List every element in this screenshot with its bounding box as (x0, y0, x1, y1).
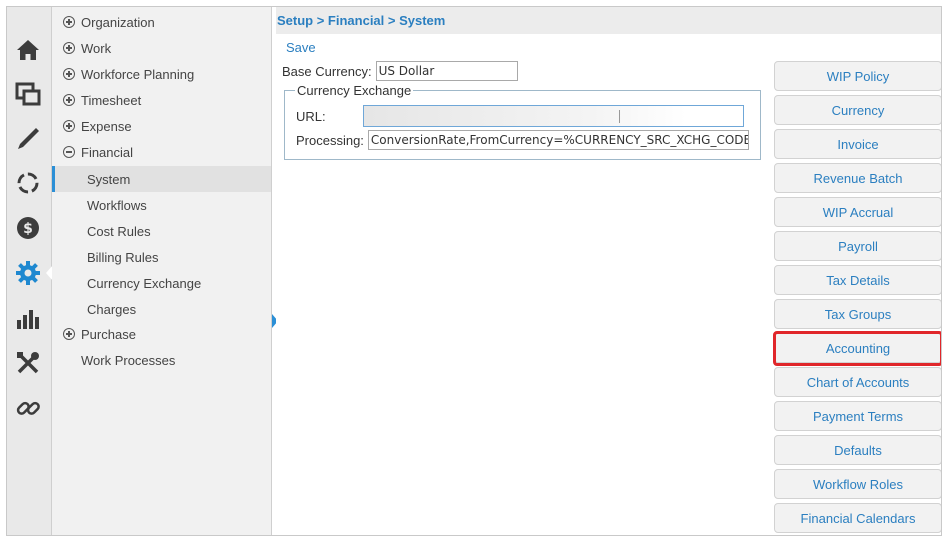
currency-exchange-fieldset: Currency Exchange URL: Processing: Conve… (284, 83, 761, 160)
processing-label: Processing: (296, 132, 364, 148)
tree-item-label: Billing Rules (87, 249, 159, 265)
home-icon[interactable] (12, 34, 44, 66)
tools-icon[interactable] (12, 347, 44, 379)
collapse-minus-icon[interactable] (63, 146, 75, 158)
link-icon[interactable] (12, 392, 44, 424)
tree-item-label: Charges (87, 301, 137, 317)
financial-calendars-button[interactable]: Financial Calendars (774, 503, 941, 533)
payment-terms-button[interactable]: Payment Terms (774, 401, 941, 431)
tree-item-cost-rules[interactable]: Cost Rules (52, 219, 271, 243)
invoice-button[interactable]: Invoice (774, 129, 941, 159)
refresh-circle-icon[interactable] (12, 167, 44, 199)
tree-item-billing-rules[interactable]: Billing Rules (52, 245, 271, 269)
pencil-icon[interactable] (12, 123, 44, 155)
base-currency-field[interactable]: US Dollar (375, 61, 518, 81)
processing-row: Processing: ConversionRate,FromCurrency=… (296, 130, 749, 150)
text-caret (619, 110, 620, 123)
expand-plus-icon[interactable] (63, 328, 75, 340)
tree-item-label: Expense (81, 118, 132, 134)
gear-icon[interactable] (12, 257, 44, 289)
tree-item-label: Currency Exchange (87, 275, 202, 291)
tree-item-workflows[interactable]: Workflows (52, 193, 271, 217)
currency-button[interactable]: Currency (774, 95, 941, 125)
bar-chart-icon[interactable] (12, 302, 44, 334)
tree-item-label: Financial (81, 144, 134, 160)
expand-plus-icon[interactable] (63, 42, 75, 54)
tree-item-label: Workflows (87, 197, 147, 213)
defaults-button[interactable]: Defaults (774, 435, 941, 465)
tree-item-label: Work Processes (81, 352, 176, 368)
url-row: URL: (296, 105, 744, 127)
workflow-roles-button[interactable]: Workflow Roles (774, 469, 941, 499)
tax-groups-button[interactable]: Tax Groups (774, 299, 941, 329)
tree-item-organization[interactable]: Organization (52, 10, 271, 34)
save-button[interactable]: Save (286, 40, 316, 55)
tree-item-purchase[interactable]: Purchase (52, 322, 271, 346)
currency-exchange-legend: Currency Exchange (295, 83, 414, 98)
tree-item-work-processes[interactable]: Work Processes (52, 348, 271, 372)
wip-policy-button[interactable]: WIP Policy (774, 61, 941, 91)
accounting-button[interactable]: Accounting (774, 333, 941, 363)
tree-item-charges[interactable]: Charges (52, 297, 271, 321)
wip-accrual-button[interactable]: WIP Accrual (774, 197, 941, 227)
tax-details-button[interactable]: Tax Details (774, 265, 941, 295)
url-field[interactable] (363, 105, 744, 127)
revenue-batch-button[interactable]: Revenue Batch (774, 163, 941, 193)
breadcrumb: Setup > Financial > System (276, 7, 941, 34)
expand-plus-icon[interactable] (63, 120, 75, 132)
tree-item-currency-exchange[interactable]: Currency Exchange (52, 271, 271, 295)
expand-plus-icon[interactable] (63, 94, 75, 106)
icon-rail: $ (7, 7, 53, 535)
expand-plus-icon[interactable] (63, 16, 75, 28)
tree-item-label: Cost Rules (87, 223, 151, 239)
payroll-button[interactable]: Payroll (774, 231, 941, 261)
tree-item-label: Work (81, 40, 112, 56)
tree-item-label: Timesheet (81, 92, 142, 108)
tree-item-financial[interactable]: Financial (52, 140, 271, 164)
tree-item-work[interactable]: Work (52, 36, 271, 60)
tree-item-workforce-planning[interactable]: Workforce Planning (52, 62, 271, 86)
url-label: URL: (296, 108, 326, 124)
tree-item-label: Organization (81, 14, 155, 30)
tree-item-system[interactable]: System (52, 166, 271, 192)
tree-item-expense[interactable]: Expense (52, 114, 271, 138)
chart-of-accounts-button[interactable]: Chart of Accounts (774, 367, 941, 397)
svg-text:$: $ (23, 221, 33, 237)
tree-item-label: Workforce Planning (81, 66, 195, 82)
tree-item-label: System (87, 171, 131, 187)
base-currency-row: Base Currency: US Dollar (282, 61, 518, 81)
navigation-tree: Organization Work Workforce Planning Tim… (52, 7, 272, 535)
app-window: $ Organization Work Workforce Planning T… (6, 6, 942, 536)
tree-item-label: Purchase (81, 326, 136, 342)
base-currency-label: Base Currency: (282, 63, 372, 79)
processing-field[interactable]: ConversionRate,FromCurrency=%CURRENCY_SR… (367, 130, 749, 150)
tree-item-timesheet[interactable]: Timesheet (52, 88, 271, 112)
windows-icon[interactable] (12, 78, 44, 110)
expand-plus-icon[interactable] (63, 68, 75, 80)
dollar-icon[interactable]: $ (12, 212, 44, 244)
